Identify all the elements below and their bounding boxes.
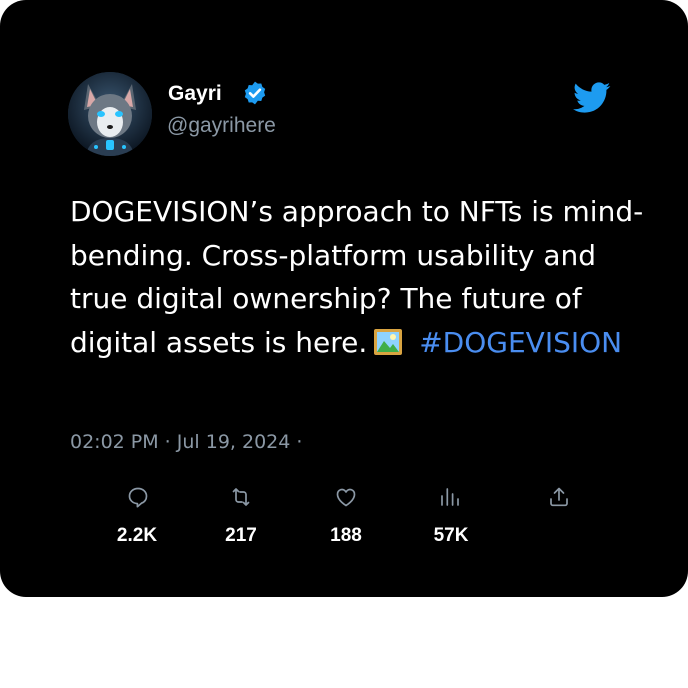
framed-picture-emoji [373, 326, 403, 356]
retweet-icon[interactable] [228, 485, 254, 509]
tweet-card: Gayri @gayrihere DOGEVISION’s approach t… [0, 0, 688, 597]
user-handle[interactable]: @gayrihere [167, 114, 276, 138]
husky-dog-avatar-icon [68, 72, 152, 156]
tweet-timestamp[interactable]: 02:02 PM · Jul 19, 2024 · [70, 431, 302, 453]
twitter-bird-icon[interactable] [573, 82, 611, 114]
display-name[interactable]: Gayri [168, 82, 222, 106]
tweet-text: DOGEVISION’s approach to NFTs is mind-be… [70, 190, 660, 364]
reply-count: 2.2K [116, 525, 158, 546]
view-count: 57K [433, 525, 469, 546]
views-icon[interactable] [437, 485, 463, 509]
like-count: 188 [330, 525, 362, 546]
share-icon[interactable] [546, 485, 572, 509]
hashtag-link[interactable]: #DOGEVISION [419, 326, 622, 359]
reply-icon[interactable] [125, 485, 151, 509]
avatar[interactable] [68, 72, 152, 156]
heart-icon[interactable] [333, 485, 359, 509]
verified-badge-icon [244, 81, 266, 105]
retweet-count: 217 [225, 525, 257, 546]
